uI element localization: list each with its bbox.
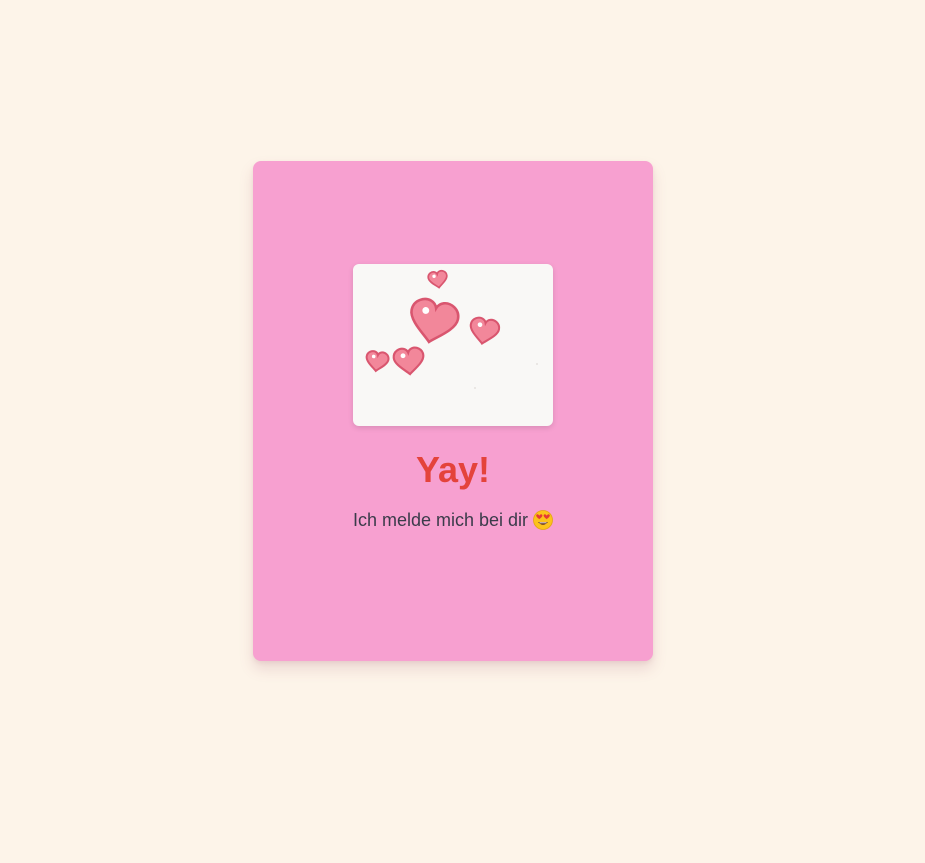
success-title: Yay! [415, 449, 491, 490]
floating-hearts-icon [363, 269, 538, 389]
success-message: Ich melde mich bei dir [253, 508, 653, 536]
success-message-text: Ich melde mich bei dir [352, 510, 529, 530]
heart-eyes-face-icon [533, 510, 553, 536]
hearts-animation [353, 264, 553, 426]
success-card: Yay! Ich melde mich bei dir [253, 161, 653, 661]
